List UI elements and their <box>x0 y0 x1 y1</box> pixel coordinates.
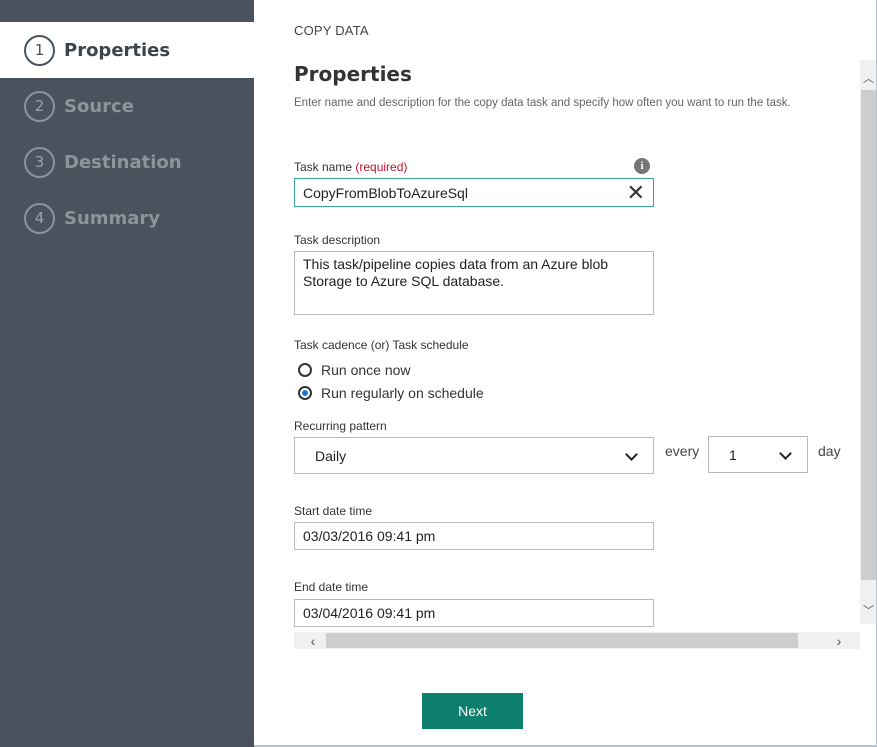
step-label: Summary <box>64 207 161 229</box>
start-date-label: Start date time <box>294 504 373 518</box>
chevron-down-icon <box>779 447 792 460</box>
step-destination[interactable]: 3 Destination <box>0 134 254 190</box>
radio-label: Run once now <box>321 362 411 378</box>
cadence-label: Task cadence (or) Task schedule <box>294 338 469 352</box>
chevron-down-icon <box>625 448 638 461</box>
vertical-scrollbar[interactable]: ︿ ﹀ <box>860 60 877 624</box>
start-date-value: 03/03/2016 09:41 pm <box>303 528 436 544</box>
end-date-label: End date time <box>294 580 369 594</box>
scrollbar-thumb[interactable] <box>326 633 798 648</box>
radio-run-once[interactable]: Run once now <box>298 362 411 378</box>
scrollbar-thumb[interactable] <box>861 90 876 580</box>
step-number: 4 <box>24 202 55 234</box>
step-number: 1 <box>24 34 55 66</box>
scroll-down-icon[interactable]: ﹀ <box>860 602 877 618</box>
step-summary[interactable]: 4 Summary <box>0 190 254 246</box>
start-date-input[interactable]: 03/03/2016 09:41 pm <box>294 522 654 550</box>
step-number: 2 <box>24 90 55 122</box>
task-name-value: CopyFromBlobToAzureSql <box>303 184 468 201</box>
task-name-label: Task name (required) <box>294 160 407 174</box>
clear-icon[interactable]: ✕ <box>627 182 645 204</box>
scroll-up-icon[interactable]: ︿ <box>860 70 877 86</box>
next-button[interactable]: Next <box>422 693 523 729</box>
radio-button[interactable] <box>298 363 312 377</box>
radio-button-selected[interactable] <box>298 386 312 400</box>
task-name-input[interactable]: CopyFromBlobToAzureSql ✕ <box>294 178 654 207</box>
end-date-value: 03/04/2016 09:41 pm <box>303 605 436 621</box>
wizard-sidebar: 1 Properties 2 Source 3 Destination 4 Su… <box>0 0 254 747</box>
radio-label: Run regularly on schedule <box>321 385 484 401</box>
recurring-pattern-label: Recurring pattern <box>294 419 387 433</box>
step-label: Destination <box>64 151 182 173</box>
end-date-input[interactable]: 03/04/2016 09:41 pm <box>294 599 654 627</box>
recurring-pattern-select[interactable]: Daily <box>294 437 654 474</box>
scroll-right-icon[interactable]: › <box>828 632 850 649</box>
every-label: every <box>665 443 700 459</box>
task-description-input[interactable]: This task/pipeline copies data from an A… <box>294 251 654 315</box>
scroll-left-icon[interactable]: ‹ <box>302 632 324 649</box>
interval-value: 1 <box>729 446 737 463</box>
step-source[interactable]: 2 Source <box>0 78 254 134</box>
step-label: Source <box>64 95 134 117</box>
wizard-header: COPY DATA <box>294 23 369 38</box>
interval-select[interactable]: 1 <box>708 436 808 473</box>
radio-run-regularly[interactable]: Run regularly on schedule <box>298 385 484 401</box>
page-title: Properties <box>294 62 412 86</box>
info-icon[interactable]: i <box>634 158 650 174</box>
horizontal-scrollbar[interactable]: ‹ › <box>294 632 860 649</box>
step-number: 3 <box>24 146 55 178</box>
step-label: Properties <box>64 39 171 61</box>
unit-label: day <box>818 443 841 459</box>
task-name-label-text: Task name <box>294 160 353 174</box>
step-properties[interactable]: 1 Properties <box>0 22 254 78</box>
page-description: Enter name and description for the copy … <box>294 97 791 109</box>
recurring-pattern-value: Daily <box>315 447 347 464</box>
required-marker: (required) <box>355 160 408 174</box>
main-panel: COPY DATA Properties Enter name and desc… <box>254 0 877 747</box>
task-description-label: Task description <box>294 233 381 247</box>
